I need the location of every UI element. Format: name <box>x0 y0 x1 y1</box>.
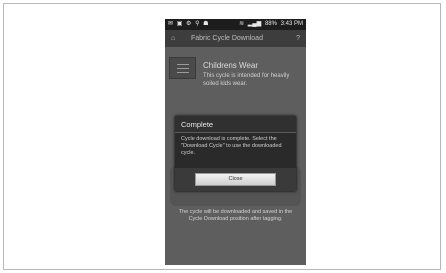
cycle-name: Childrens Wear <box>203 61 258 70</box>
download-info-text: The cycle will be downloaded and saved i… <box>178 209 293 222</box>
dialog-message: Cycle download is complete. Select the "… <box>181 136 282 156</box>
status-time: 3:43 PM <box>280 21 303 27</box>
signal-icon: ▂▄▆ <box>247 21 262 27</box>
complete-dialog: Complete Cycle download is complete. Sel… <box>175 116 296 191</box>
app-title: Fabric Cycle Download <box>191 35 263 42</box>
dialog-header: Complete <box>175 116 296 133</box>
cycle-icon <box>169 57 196 79</box>
cycle-description: This cycle is intended for heavily soile… <box>203 73 290 87</box>
close-button[interactable]: Close <box>195 173 276 186</box>
status-notification-icons: ✉ ▣ ⚙ ⚲ ☗ <box>168 21 210 27</box>
battery-level: 88% <box>264 21 277 27</box>
app-title-bar: ⌂ Fabric Cycle Download ? <box>165 30 306 47</box>
home-icon[interactable]: ⌂ <box>171 30 175 47</box>
cycle-item[interactable]: Childrens Wear This cycle is intended fo… <box>165 49 306 89</box>
help-icon[interactable]: ? <box>296 30 300 47</box>
dialog-title: Complete <box>181 120 214 129</box>
status-bar: ✉ ▣ ⚙ ⚲ ☗ ≋ ▂▄▆ 88% 3:43 PM <box>165 19 306 30</box>
outer-frame: ✉ ▣ ⚙ ⚲ ☗ ≋ ▂▄▆ 88% 3:43 PM ⌂ Fabric Cyc… <box>3 3 441 270</box>
wifi-icon: ≋ <box>239 21 245 27</box>
status-right-group: ≋ ▂▄▆ 88% 3:43 PM <box>237 19 303 30</box>
phone-screen: ✉ ▣ ⚙ ⚲ ☗ ≋ ▂▄▆ 88% 3:43 PM ⌂ Fabric Cyc… <box>165 19 306 265</box>
dialog-footer: Close <box>175 168 296 191</box>
